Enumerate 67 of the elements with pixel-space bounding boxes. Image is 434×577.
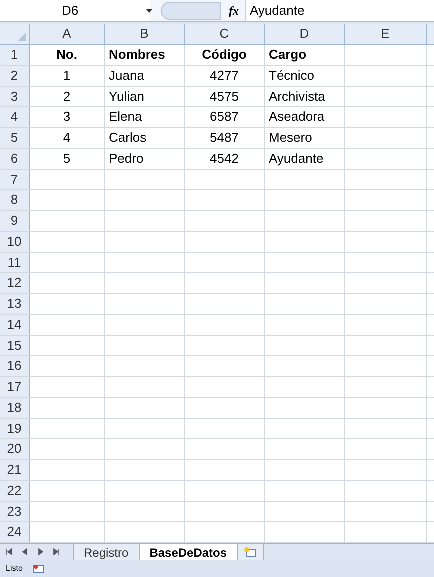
table-cell-text: Carlos — [108, 129, 148, 148]
table-cell-text: Código — [201, 46, 248, 64]
table-cell-text: 2 — [62, 88, 72, 106]
row-header[interactable]: 17 — [0, 377, 30, 397]
row-header[interactable]: 18 — [0, 398, 30, 418]
table-cell-text: Juana — [108, 66, 146, 85]
expand-handle[interactable] — [161, 2, 221, 20]
row-header[interactable]: 4 — [0, 107, 30, 127]
row-header[interactable]: 1 — [0, 45, 30, 65]
row-header[interactable]: 12 — [0, 273, 30, 293]
sheet-tab[interactable]: BaseDeDatos — [140, 544, 238, 560]
sheet-nav-icon[interactable] — [52, 548, 61, 556]
row-header[interactable]: 2 — [0, 66, 30, 86]
row-header[interactable]: 9 — [0, 211, 30, 231]
row-header[interactable]: 3 — [0, 86, 30, 106]
table-cell-text: 4542 — [209, 150, 240, 168]
row-header[interactable]: 20 — [0, 439, 30, 459]
table-cell-text: Mesero — [268, 129, 314, 148]
row-header[interactable]: 19 — [0, 418, 30, 438]
row-header[interactable]: 24 — [0, 522, 30, 542]
table-cell-text: 3 — [62, 108, 72, 126]
name-box[interactable]: D6 — [0, 0, 150, 21]
row-header[interactable]: 11 — [0, 252, 30, 272]
table-cell-text: Elena — [108, 108, 144, 126]
table-cell-text: 4 — [62, 129, 72, 148]
row-header[interactable]: 10 — [0, 232, 30, 252]
row-header[interactable]: 7 — [0, 170, 30, 190]
table-cell-text: 6587 — [209, 108, 240, 126]
column-header[interactable]: A — [30, 24, 105, 44]
table-cell-text: Aseadora — [268, 108, 326, 126]
sheet-nav-icon[interactable] — [4, 548, 13, 556]
table-cell-text: 4575 — [209, 88, 240, 106]
column-header[interactable]: D — [265, 24, 345, 44]
row-header[interactable]: 6 — [0, 148, 30, 168]
table-cell-text: No. — [56, 46, 78, 64]
corner-triangle-icon — [18, 33, 26, 41]
row-header[interactable]: 16 — [0, 356, 30, 376]
table-cell-text: Ayudante — [268, 150, 325, 168]
row-header[interactable]: 5 — [0, 128, 30, 148]
macro-record-icon[interactable] — [32, 564, 45, 572]
row-header[interactable]: 14 — [0, 314, 30, 334]
row-header[interactable]: 21 — [0, 460, 30, 480]
row-header[interactable]: 13 — [0, 294, 30, 314]
table-cell-text: 1 — [62, 66, 72, 85]
table-cell-text: Técnico — [268, 66, 316, 85]
new-sheet-button[interactable] — [238, 544, 264, 560]
table-cell-text: Archivista — [268, 88, 326, 106]
status-text: Listo — [6, 564, 23, 573]
row-header[interactable]: 23 — [0, 502, 30, 522]
row-header[interactable]: 8 — [0, 190, 30, 210]
table-cell-text: 5 — [62, 150, 72, 168]
row-header[interactable]: 22 — [0, 480, 30, 500]
table-cell-text: Nombres — [108, 46, 166, 64]
dropdown-icon[interactable] — [146, 8, 153, 12]
column-header[interactable]: C — [185, 24, 265, 44]
column-header[interactable]: B — [105, 24, 185, 44]
table-cell-text: Pedro — [108, 150, 145, 168]
function-label[interactable]: fx — [229, 2, 239, 20]
formula-field[interactable]: Ayudante — [245, 0, 434, 21]
table-cell-text: Yulian — [108, 88, 146, 106]
new-sheet-icon — [244, 546, 258, 558]
table-cell-text: Cargo — [268, 46, 308, 64]
table-cell-text: 5487 — [209, 129, 240, 148]
table-cell-text: 4277 — [209, 66, 240, 85]
column-header[interactable]: E — [345, 24, 427, 44]
row-header[interactable]: 15 — [0, 336, 30, 356]
sheet-tab[interactable]: Registro — [73, 544, 140, 560]
